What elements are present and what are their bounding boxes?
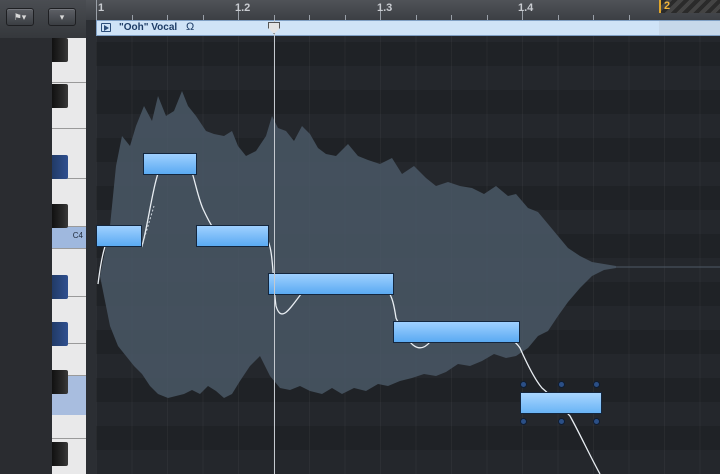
locator-label: 2 xyxy=(664,0,671,12)
region-header[interactable]: "Ooh" Vocal Ω xyxy=(96,20,659,36)
piano-key-black[interactable] xyxy=(52,442,68,466)
pitch-note-6-selected[interactable] xyxy=(520,392,602,414)
white-key-divider xyxy=(52,128,86,129)
ruler-tick xyxy=(238,11,239,20)
waveform-canvas xyxy=(97,91,720,474)
region-header-extension xyxy=(659,20,720,36)
pitch-note-3[interactable] xyxy=(196,225,269,247)
track-gutter xyxy=(0,38,53,474)
timeline-ruler[interactable]: 1 1.2 1.3 1.4 2 xyxy=(86,0,720,21)
piano-key-black[interactable] xyxy=(52,84,68,108)
white-key-divider xyxy=(52,438,86,439)
loop-locator[interactable]: 2 xyxy=(659,0,720,13)
flex-omega-icon: Ω xyxy=(186,21,195,33)
chevron-down-icon: ▾ xyxy=(59,12,65,22)
resize-handle[interactable] xyxy=(593,381,600,388)
bar-label-1-4: 1.4 xyxy=(518,2,534,14)
resize-handle[interactable] xyxy=(520,418,527,425)
resize-handle[interactable] xyxy=(558,418,565,425)
pitch-note-1[interactable] xyxy=(96,225,142,247)
pitch-note-2[interactable] xyxy=(143,153,197,175)
pitch-note-4[interactable] xyxy=(268,273,394,295)
piano-key-black[interactable] xyxy=(52,38,68,62)
audio-waveform xyxy=(100,91,616,398)
resize-handle[interactable] xyxy=(558,381,565,388)
ruler-tick xyxy=(380,11,381,20)
resize-handle[interactable] xyxy=(520,381,527,388)
menu-dropdown-button[interactable]: ▾ xyxy=(48,8,76,26)
piano-key-c4[interactable]: C4 xyxy=(52,226,86,248)
piano-key-black[interactable] xyxy=(52,370,68,394)
pitch-editor-area[interactable] xyxy=(96,36,720,474)
bar-label-1: 1 xyxy=(98,2,105,14)
toolbar: ⚑▾ ▾ xyxy=(0,0,86,39)
piano-key-black-selected[interactable] xyxy=(52,322,68,346)
playhead-line[interactable] xyxy=(274,20,275,474)
piano-key-black[interactable] xyxy=(52,204,68,228)
white-key-divider xyxy=(52,82,86,83)
region-name: "Ooh" Vocal xyxy=(119,22,178,33)
pitch-note-5[interactable] xyxy=(393,321,520,343)
flag-dropdown-icon: ⚑▾ xyxy=(13,12,27,22)
ruler-tick xyxy=(522,11,523,20)
flag-dropdown-button[interactable]: ⚑▾ xyxy=(6,8,34,26)
white-key-divider xyxy=(52,248,86,249)
play-icon[interactable] xyxy=(101,23,111,32)
ruler-tick xyxy=(96,0,97,20)
resize-handle[interactable] xyxy=(593,418,600,425)
piano-key-black-selected[interactable] xyxy=(52,155,68,179)
piano-key-black-selected[interactable] xyxy=(52,275,68,299)
key-label: C4 xyxy=(72,231,83,240)
piano-keyboard[interactable]: C4 xyxy=(52,38,87,474)
